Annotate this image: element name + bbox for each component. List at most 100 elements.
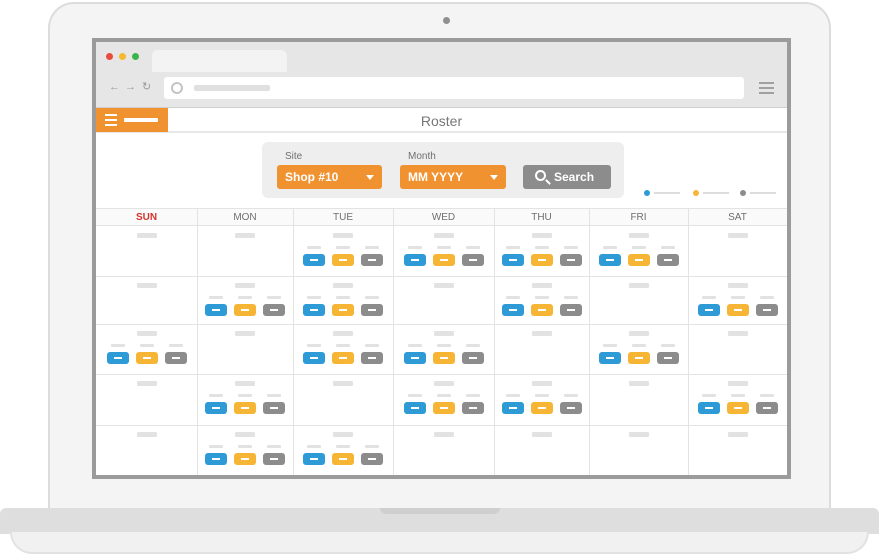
- minimize-window-icon[interactable]: [119, 53, 126, 60]
- calendar-day-cell[interactable]: [589, 276, 688, 324]
- calendar-day-cell[interactable]: [589, 425, 688, 475]
- shift-label-placeholder: [759, 296, 774, 299]
- calendar-day-cell[interactable]: [197, 374, 293, 425]
- day-number-placeholder: [727, 233, 748, 238]
- shift-label-placeholder: [407, 344, 422, 347]
- day-number-placeholder: [628, 432, 649, 437]
- calendar-day-cell[interactable]: [96, 324, 197, 374]
- shift-label-placeholder: [407, 246, 422, 249]
- calendar-day-cell[interactable]: [688, 324, 787, 374]
- shift-label-placeholder: [209, 296, 223, 299]
- calendar-day-cell[interactable]: [293, 276, 393, 324]
- calendar-day-cell[interactable]: [393, 374, 494, 425]
- day-header-sat: SAT: [688, 208, 787, 226]
- shift-label-placeholder: [631, 246, 646, 249]
- gray-dot-icon: [740, 190, 746, 196]
- reload-icon[interactable]: ↻: [142, 82, 151, 93]
- calendar-day-cell[interactable]: [494, 324, 589, 374]
- back-arrow-icon[interactable]: ←: [109, 82, 120, 93]
- shift-pill: [234, 402, 256, 414]
- month-select-value: MM YYYY: [408, 170, 464, 184]
- shift-label-placeholder: [209, 394, 223, 397]
- shift-pill: [303, 254, 325, 266]
- shift-label-placeholder: [238, 394, 252, 397]
- calendar-day-cell[interactable]: [96, 226, 197, 276]
- search-button[interactable]: Search: [523, 165, 611, 189]
- shift-label-placeholder: [631, 344, 646, 347]
- day-number-placeholder: [433, 331, 454, 336]
- day-number-placeholder: [136, 381, 157, 386]
- calendar-day-cell[interactable]: [688, 276, 787, 324]
- calendar-day-cell[interactable]: [688, 374, 787, 425]
- day-number-placeholder: [235, 283, 255, 288]
- shift-label-placeholder: [307, 344, 321, 347]
- shift-pill: [135, 352, 158, 364]
- hamburger-icon: [105, 114, 117, 129]
- calendar-day-cell[interactable]: [293, 324, 393, 374]
- shift-pill: [303, 453, 325, 465]
- day-number-placeholder: [333, 233, 353, 238]
- calendar-day-cell[interactable]: [393, 276, 494, 324]
- browser-chrome: ← → ↻: [96, 42, 787, 108]
- shift-pill: [598, 254, 621, 266]
- calendar-day-cell[interactable]: [494, 226, 589, 276]
- day-number-placeholder: [727, 381, 748, 386]
- calendar-day-cell[interactable]: [589, 226, 688, 276]
- day-number-placeholder: [235, 331, 255, 336]
- shift-pill: [403, 352, 426, 364]
- forward-arrow-icon[interactable]: →: [125, 82, 136, 93]
- shift-pill: [332, 352, 354, 364]
- globe-icon: [171, 82, 183, 94]
- site-select[interactable]: Shop #10: [277, 165, 382, 189]
- calendar-day-cell[interactable]: [393, 425, 494, 475]
- shift-pill: [755, 304, 778, 316]
- shift-pill: [361, 453, 383, 465]
- address-bar[interactable]: [164, 77, 744, 99]
- shift-label-placeholder: [465, 246, 480, 249]
- shift-label-placeholder: [365, 344, 379, 347]
- shift-label-placeholder: [436, 246, 451, 249]
- calendar-day-cell[interactable]: [197, 276, 293, 324]
- calendar-day-cell[interactable]: [688, 226, 787, 276]
- day-number-placeholder: [628, 233, 649, 238]
- shift-label-placeholder: [267, 296, 281, 299]
- month-select[interactable]: MM YYYY: [400, 165, 506, 189]
- calendar-day-cell[interactable]: [494, 425, 589, 475]
- calendar-day-cell[interactable]: [293, 374, 393, 425]
- shift-pill: [205, 453, 227, 465]
- calendar-day-cell[interactable]: [197, 226, 293, 276]
- shift-label-placeholder: [307, 296, 321, 299]
- calendar-day-cell[interactable]: [589, 324, 688, 374]
- browser-tab[interactable]: [152, 50, 287, 72]
- shift-pill: [263, 402, 285, 414]
- calendar-day-cell[interactable]: [688, 425, 787, 475]
- shift-pill: [205, 304, 227, 316]
- close-window-icon[interactable]: [106, 53, 113, 60]
- shift-label-placeholder: [701, 394, 716, 397]
- calendar-day-cell[interactable]: [293, 226, 393, 276]
- calendar-day-cell[interactable]: [393, 324, 494, 374]
- app-menu-button[interactable]: [96, 108, 168, 132]
- calendar-day-cell[interactable]: [494, 374, 589, 425]
- shift-pill: [361, 352, 383, 364]
- shift-pill: [697, 304, 720, 316]
- calendar-day-cell[interactable]: [197, 425, 293, 475]
- chevron-down-icon: [366, 175, 374, 180]
- shift-pill: [432, 352, 455, 364]
- day-number-placeholder: [333, 381, 353, 386]
- calendar-day-cell[interactable]: [293, 425, 393, 475]
- camera-icon: [443, 17, 450, 24]
- shift-pill: [501, 402, 524, 414]
- calendar-day-cell[interactable]: [589, 374, 688, 425]
- calendar-day-cell[interactable]: [96, 276, 197, 324]
- day-number-placeholder: [531, 331, 552, 336]
- calendar-day-cell[interactable]: [96, 374, 197, 425]
- calendar-day-cell[interactable]: [96, 425, 197, 475]
- day-number-placeholder: [333, 331, 353, 336]
- calendar-day-cell[interactable]: [393, 226, 494, 276]
- calendar-day-cell[interactable]: [494, 276, 589, 324]
- maximize-window-icon[interactable]: [132, 53, 139, 60]
- calendar-day-cell[interactable]: [197, 324, 293, 374]
- shift-pill: [656, 352, 679, 364]
- browser-menu-icon[interactable]: [759, 82, 774, 97]
